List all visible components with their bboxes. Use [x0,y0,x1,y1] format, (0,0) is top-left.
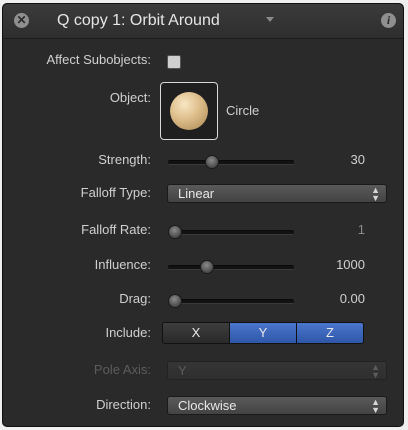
pole-axis-label: Pole Axis: [93,362,151,377]
influence-label: Influence: [94,257,151,272]
drag-value[interactable]: 0.00 [340,291,365,306]
influence-value[interactable]: 1000 [336,257,365,272]
falloff-rate-label: Falloff Rate: [81,222,151,237]
strength-value[interactable]: 30 [351,152,365,167]
object-name: Circle [226,103,260,118]
updown-arrows-icon: ▲ ▼ [371,396,380,415]
direction-label: Direction: [96,397,151,412]
falloff-rate-slider[interactable] [168,225,294,239]
affect-subobjects-label: Affect Subobjects: [46,52,151,67]
include-z-button[interactable]: Z [297,323,363,343]
drag-slider-knob[interactable] [168,294,182,308]
falloff-rate-value[interactable]: 1 [358,222,365,237]
object-well[interactable] [160,82,218,140]
falloff-rate-slider-knob[interactable] [168,225,182,239]
panel-title[interactable]: Q copy 1: Orbit Around [57,12,220,30]
object-label: Object: [109,90,151,105]
falloff-type-value: Linear [178,186,215,201]
pole-axis-popup: Y ▲ ▼ [167,361,387,380]
influence-slider-knob[interactable] [200,260,214,274]
direction-popup[interactable]: Clockwise ▲ ▼ [167,396,387,415]
close-icon[interactable]: ✕ [14,13,29,28]
updown-arrows-icon: ▲ ▼ [371,184,380,203]
updown-arrows-icon: ▲ ▼ [371,361,380,380]
influence-slider[interactable] [168,260,294,274]
include-segmented-control: X Y Z [162,322,364,344]
include-y-button[interactable]: Y [230,323,297,343]
strength-slider[interactable] [168,155,294,169]
circle-thumbnail [170,92,208,130]
strength-label: Strength: [98,152,151,167]
falloff-type-popup[interactable]: Linear ▲ ▼ [167,184,387,203]
inspector-panel: ✕ Q copy 1: Orbit Around i Affect Subobj… [2,3,404,427]
include-label: Include: [105,325,151,340]
chevron-down-icon[interactable] [266,17,274,22]
falloff-type-label: Falloff Type: [80,185,151,200]
strength-slider-knob[interactable] [205,155,219,169]
drag-slider[interactable] [168,294,294,308]
include-x-button[interactable]: X [163,323,230,343]
info-icon[interactable]: i [381,13,396,28]
affect-subobjects-checkbox[interactable] [167,55,181,69]
title-bar: ✕ Q copy 1: Orbit Around i [3,4,403,39]
pole-axis-value: Y [178,363,187,378]
direction-value: Clockwise [178,398,237,413]
drag-label: Drag: [119,291,151,306]
